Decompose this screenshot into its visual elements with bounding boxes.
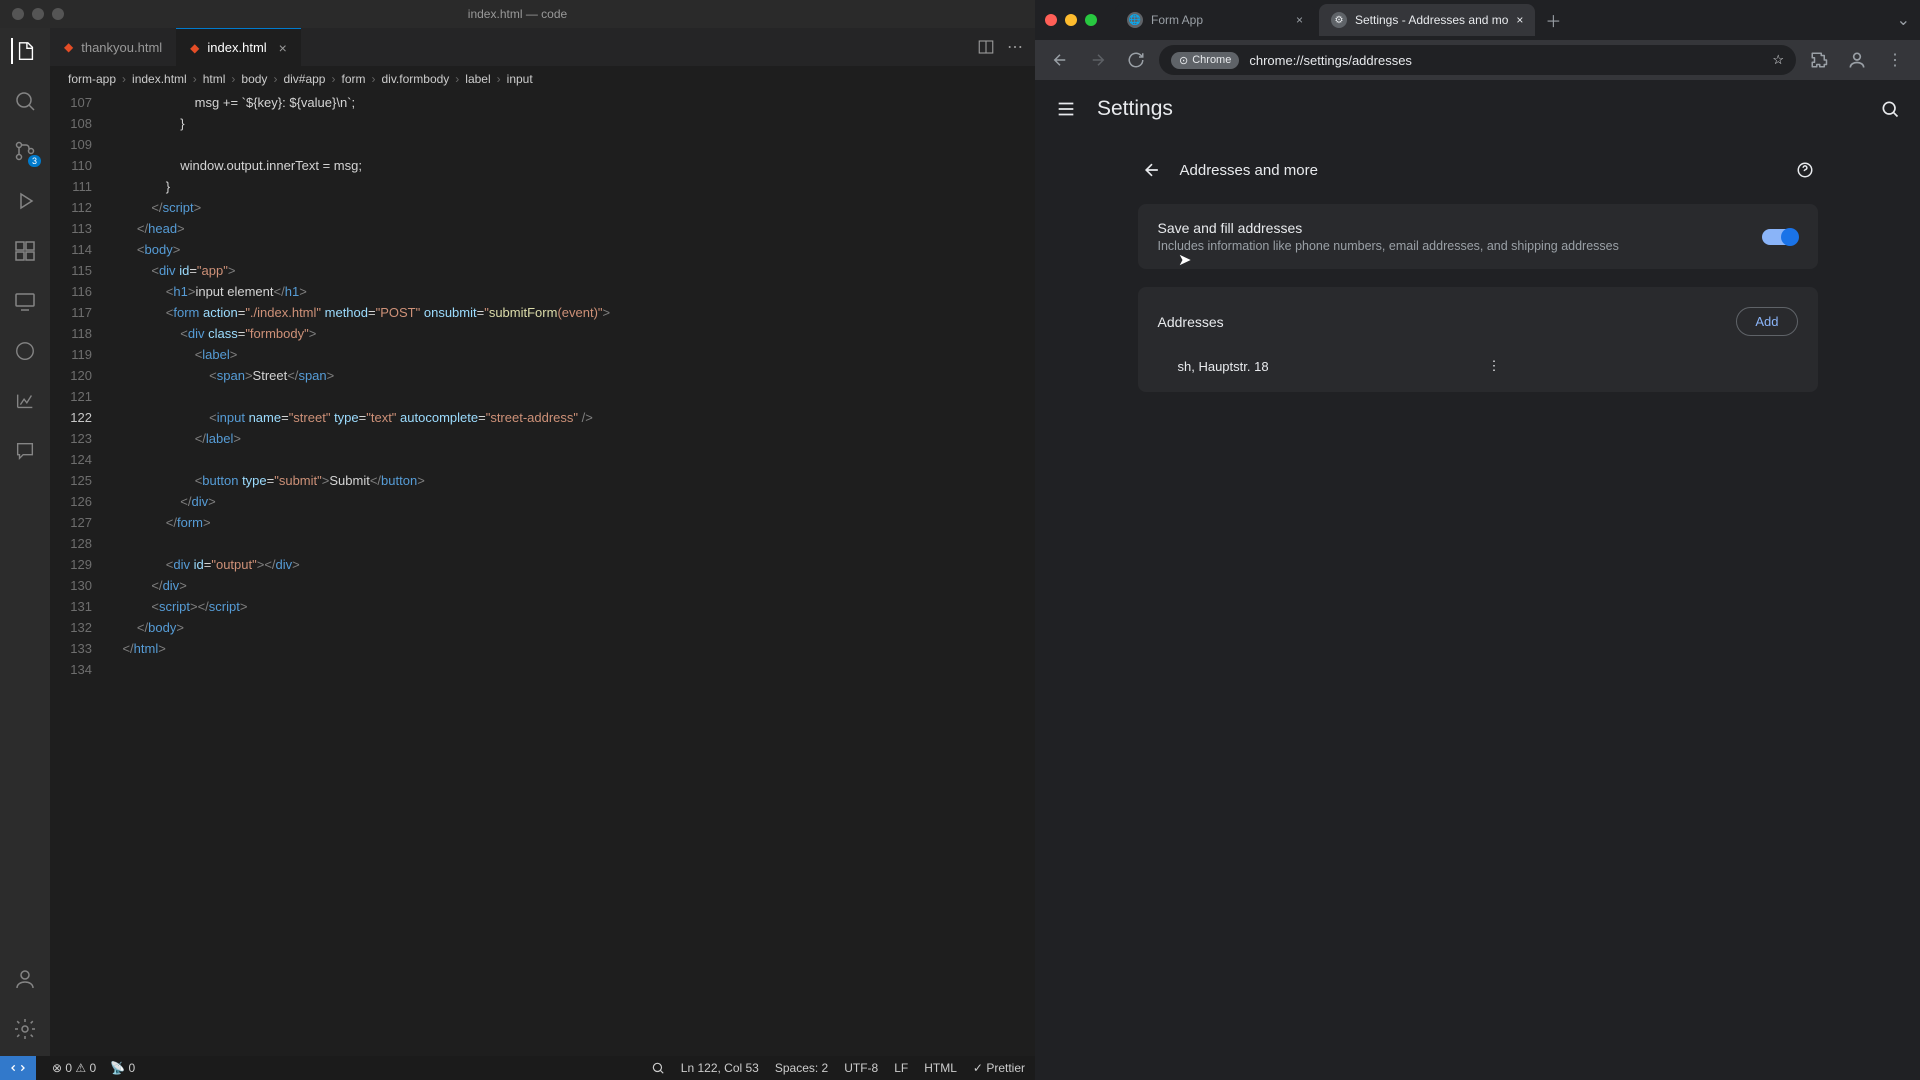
traffic-lights[interactable] <box>12 8 64 20</box>
search-icon[interactable] <box>12 88 38 114</box>
addresses-card: Addresses Add sh, Hauptstr. 18 ⋮ <box>1138 287 1818 392</box>
code-content[interactable]: msg += `${key}: ${value}\n`; } window.ou… <box>108 92 1035 1056</box>
remote-indicator[interactable] <box>0 1056 36 1080</box>
extensions-icon[interactable] <box>1804 45 1834 75</box>
close-icon[interactable]: × <box>1296 13 1303 27</box>
chevron-down-icon[interactable]: ⌄ <box>1897 10 1910 30</box>
traffic-lights[interactable] <box>1045 14 1097 26</box>
remote-icon[interactable] <box>12 288 38 314</box>
status-encoding[interactable]: UTF-8 <box>844 1061 878 1075</box>
add-address-button[interactable]: Add <box>1736 307 1797 336</box>
globe-icon: 🌐 <box>1127 12 1143 28</box>
help-icon[interactable] <box>1796 161 1814 179</box>
tab-label: thankyou.html <box>81 40 162 55</box>
gear-icon[interactable] <box>12 1016 38 1042</box>
toggle-row: Save and fill addresses Includes informa… <box>1138 204 1818 269</box>
chrome-toolbar: ⊙ Chrome chrome://settings/addresses ☆ ⋮ <box>1035 40 1920 80</box>
settings-header: Settings <box>1035 80 1920 138</box>
breadcrumbs[interactable]: form-app›index.html›html›body›div#app›fo… <box>50 66 1035 92</box>
address-item[interactable]: sh, Hauptstr. 18 ⋮ <box>1138 344 1818 392</box>
close-icon[interactable]: × <box>1516 13 1523 27</box>
hamburger-icon[interactable] <box>1055 98 1077 120</box>
reload-button[interactable] <box>1121 45 1151 75</box>
status-prettier[interactable]: ✓ Prettier <box>973 1061 1025 1075</box>
status-spaces[interactable]: Spaces: 2 <box>775 1061 828 1075</box>
extensions-icon[interactable] <box>12 238 38 264</box>
settings-title: Settings <box>1097 97 1173 121</box>
debug-icon[interactable] <box>12 188 38 214</box>
search-icon[interactable] <box>1880 99 1900 119</box>
forward-button[interactable] <box>1083 45 1113 75</box>
profile-icon[interactable] <box>1842 45 1872 75</box>
app-icon[interactable] <box>12 338 38 364</box>
back-icon[interactable] <box>1142 160 1162 180</box>
url-text: chrome://settings/addresses <box>1249 53 1412 68</box>
tab-form-app[interactable]: 🌐 Form App × <box>1115 4 1315 36</box>
graph-icon[interactable] <box>12 388 38 414</box>
status-bar: ⊗ 0 ⚠ 0 📡 0 Ln 122, Col 53 Spaces: 2 UTF… <box>0 1056 1035 1080</box>
status-lang[interactable]: HTML <box>924 1061 957 1075</box>
addresses-heading: Addresses <box>1158 314 1737 330</box>
tab-index[interactable]: ◆ index.html × <box>176 28 301 66</box>
status-search-icon[interactable] <box>651 1061 665 1075</box>
line-gutter: 1071081091101111121131141151161171181191… <box>50 92 108 1056</box>
activity-bar: 3 <box>0 28 50 1056</box>
editor-area: ◆ thankyou.html ◆ index.html × ⋯ form-app›i… <box>50 28 1035 1056</box>
status-ports[interactable]: 📡 0 <box>110 1061 135 1075</box>
account-icon[interactable] <box>12 966 38 992</box>
more-icon[interactable]: ⋯ <box>1007 37 1023 57</box>
html-file-icon: ◆ <box>64 40 73 54</box>
tab-settings[interactable]: ⚙ Settings - Addresses and mo × <box>1319 4 1535 36</box>
toggle-title: Save and fill addresses <box>1158 220 1746 236</box>
gear-icon: ⚙ <box>1331 12 1347 28</box>
vscode-window: index.html — code 3 ◆ thankyou.html ◆ inde… <box>0 0 1035 1080</box>
status-cursor[interactable]: Ln 122, Col 53 <box>681 1061 759 1075</box>
tab-label: Form App <box>1151 13 1288 27</box>
tab-label: Settings - Addresses and mo <box>1355 13 1508 27</box>
section-title: Addresses and more <box>1180 162 1778 179</box>
omnibox[interactable]: ⊙ Chrome chrome://settings/addresses ☆ <box>1159 45 1796 75</box>
site-chip[interactable]: ⊙ Chrome <box>1171 52 1239 69</box>
save-addresses-toggle[interactable] <box>1762 229 1798 245</box>
tab-thankyou[interactable]: ◆ thankyou.html <box>50 28 176 66</box>
comment-icon[interactable] <box>12 438 38 464</box>
chrome-window: 🌐 Form App × ⚙ Settings - Addresses and … <box>1035 0 1920 1080</box>
close-icon[interactable]: × <box>279 40 287 56</box>
tab-label: index.html <box>207 40 266 55</box>
split-editor-icon[interactable] <box>977 38 995 56</box>
new-tab-button[interactable]: ＋ <box>1539 6 1567 34</box>
vscode-titlebar: index.html — code <box>0 0 1035 28</box>
back-button[interactable] <box>1045 45 1075 75</box>
settings-body: Addresses and more Save and fill address… <box>1035 138 1920 1080</box>
window-title: index.html — code <box>468 7 567 21</box>
section-header: Addresses and more <box>1138 150 1818 204</box>
chrome-tabstrip: 🌐 Form App × ⚙ Settings - Addresses and … <box>1035 0 1920 40</box>
autofill-card: Save and fill addresses Includes informa… <box>1138 204 1818 269</box>
code-editor[interactable]: 1071081091101111121131141151161171181191… <box>50 92 1035 1056</box>
address-text: sh, Hauptstr. 18 <box>1178 359 1488 374</box>
scm-badge: 3 <box>28 155 41 167</box>
scm-icon[interactable]: 3 <box>12 138 38 164</box>
editor-tabs: ◆ thankyou.html ◆ index.html × ⋯ <box>50 28 1035 66</box>
toggle-subtitle: Includes information like phone numbers,… <box>1158 239 1746 253</box>
more-icon[interactable]: ⋮ <box>1488 358 1798 374</box>
status-eol[interactable]: LF <box>894 1061 908 1075</box>
explorer-icon[interactable] <box>11 38 37 64</box>
status-errors[interactable]: ⊗ 0 ⚠ 0 <box>52 1061 96 1075</box>
menu-icon[interactable]: ⋮ <box>1880 45 1910 75</box>
bookmark-icon[interactable]: ☆ <box>1772 52 1784 68</box>
html-file-icon: ◆ <box>190 41 199 55</box>
